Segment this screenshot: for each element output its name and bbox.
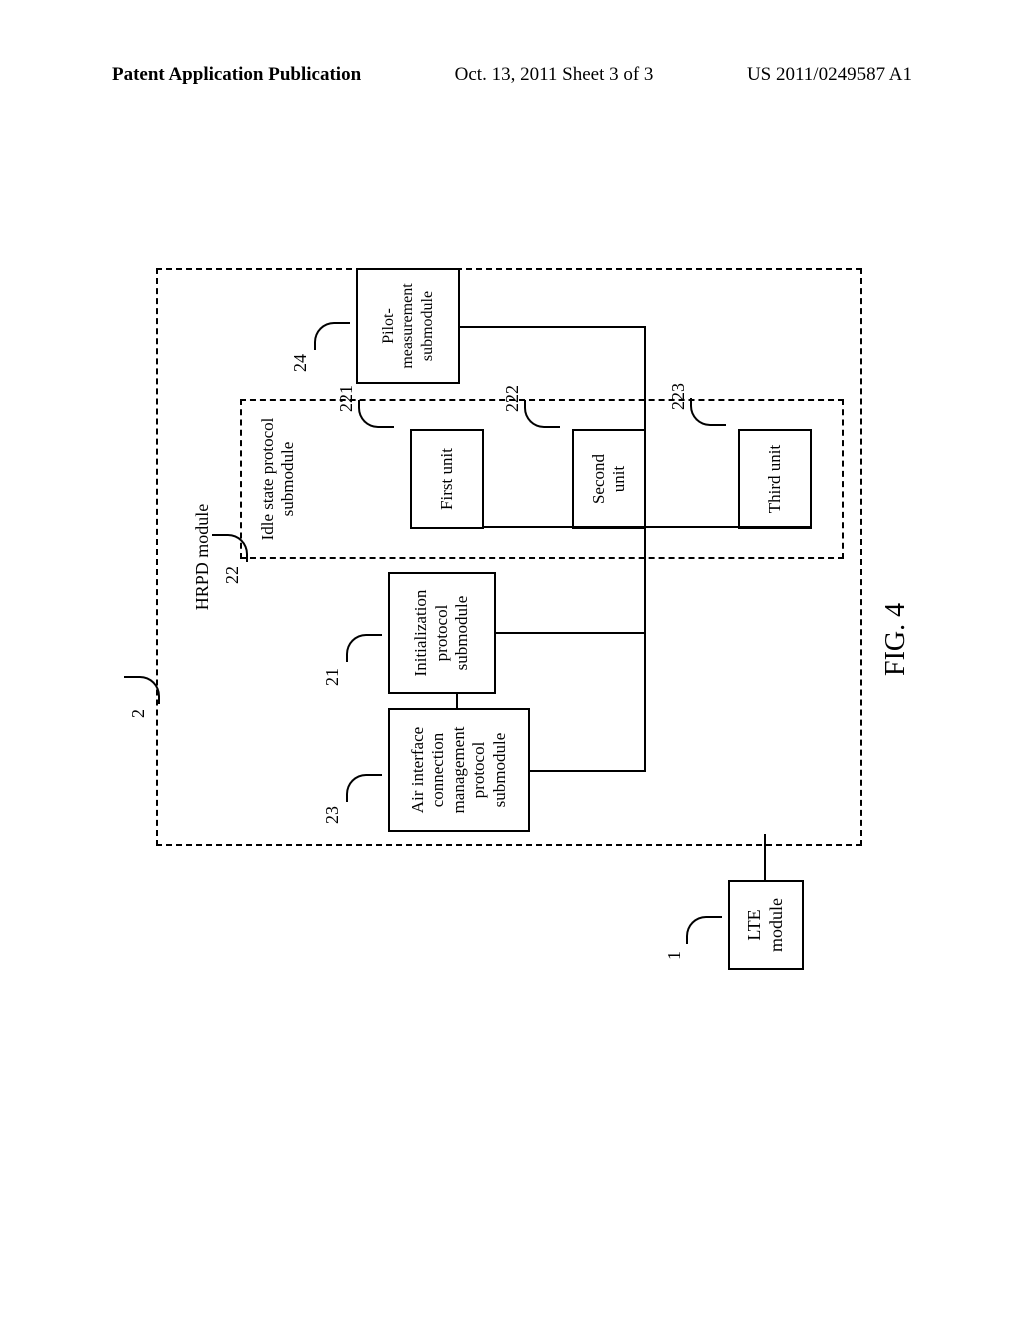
third-unit-label: Third unit — [765, 445, 785, 513]
idle-l2: submodule — [278, 442, 297, 517]
init-protocol-box: Initialization protocol submodule — [388, 572, 496, 694]
init-l1: Initialization — [411, 590, 431, 677]
header-publication: Patent Application Publication — [112, 64, 361, 86]
hrpd-title: HRPD module — [192, 504, 213, 611]
ref-2: 2 — [128, 709, 149, 718]
lte-module-box: LTE module — [728, 880, 804, 970]
wire-to-pilot-h — [644, 328, 646, 399]
header-pub-number: US 2011/0249587 A1 — [747, 64, 912, 86]
ref-1: 1 — [664, 951, 685, 960]
diagram-content: LTE module 1 HRPD module Air interface c… — [156, 258, 868, 970]
idle-title: Idle state protocol submodule — [258, 418, 299, 541]
ref-curve-23 — [346, 774, 382, 802]
wire-air-down — [530, 770, 646, 772]
ref-222: 222 — [502, 385, 523, 412]
figure-caption: FIG. 4 — [880, 603, 912, 676]
hrpd-module-box: HRPD module Air interface connection man… — [156, 268, 862, 846]
air-interface-box: Air interface connection management prot… — [388, 708, 530, 832]
wire-first-vert — [482, 526, 646, 528]
air-l1: Air interface — [408, 727, 428, 813]
wire-pilot-down — [460, 326, 646, 328]
page-header: Patent Application Publication Oct. 13, … — [0, 64, 1024, 86]
ref-22: 22 — [222, 566, 243, 584]
ref-223: 223 — [668, 383, 689, 410]
air-l2: connection — [428, 733, 448, 808]
init-l2: protocol — [432, 605, 452, 662]
lte-label-1: LTE — [744, 909, 766, 940]
wire-air-init — [456, 694, 458, 708]
ref-curve-24 — [314, 322, 350, 350]
pilot-measurement-box: Pilot- measurement submodule — [356, 268, 460, 384]
ref-24: 24 — [290, 354, 311, 372]
lte-label-2: module — [766, 898, 788, 952]
second-unit-l2: unit — [609, 466, 628, 492]
pilot-l2: measurement — [398, 283, 417, 368]
air-l4: protocol — [469, 742, 489, 799]
wire-init-down — [496, 632, 646, 634]
header-date-sheet: Oct. 13, 2011 Sheet 3 of 3 — [455, 64, 654, 86]
ref-curve-21 — [346, 634, 382, 662]
wire-third-vert — [644, 526, 810, 528]
pilot-l1: Pilot- — [379, 308, 398, 344]
ref-21: 21 — [322, 668, 343, 686]
third-unit-box: Third unit — [738, 429, 812, 529]
idle-l1: Idle state protocol — [258, 418, 277, 541]
ref-221: 221 — [336, 385, 357, 412]
air-l5: submodule — [490, 733, 510, 808]
ref-curve-1 — [686, 916, 722, 944]
ref-curve-2 — [124, 676, 160, 704]
ref-23: 23 — [322, 806, 343, 824]
init-l3: submodule — [452, 596, 472, 671]
first-unit-label: First unit — [437, 448, 457, 510]
pilot-l3: submodule — [418, 291, 437, 361]
diagram-area: LTE module 1 HRPD module Air interface c… — [156, 258, 868, 978]
air-l3: management — [449, 727, 469, 814]
second-unit-box: Second unit — [572, 429, 646, 529]
first-unit-box: First unit — [410, 429, 484, 529]
second-unit-l1: Second — [589, 454, 608, 504]
